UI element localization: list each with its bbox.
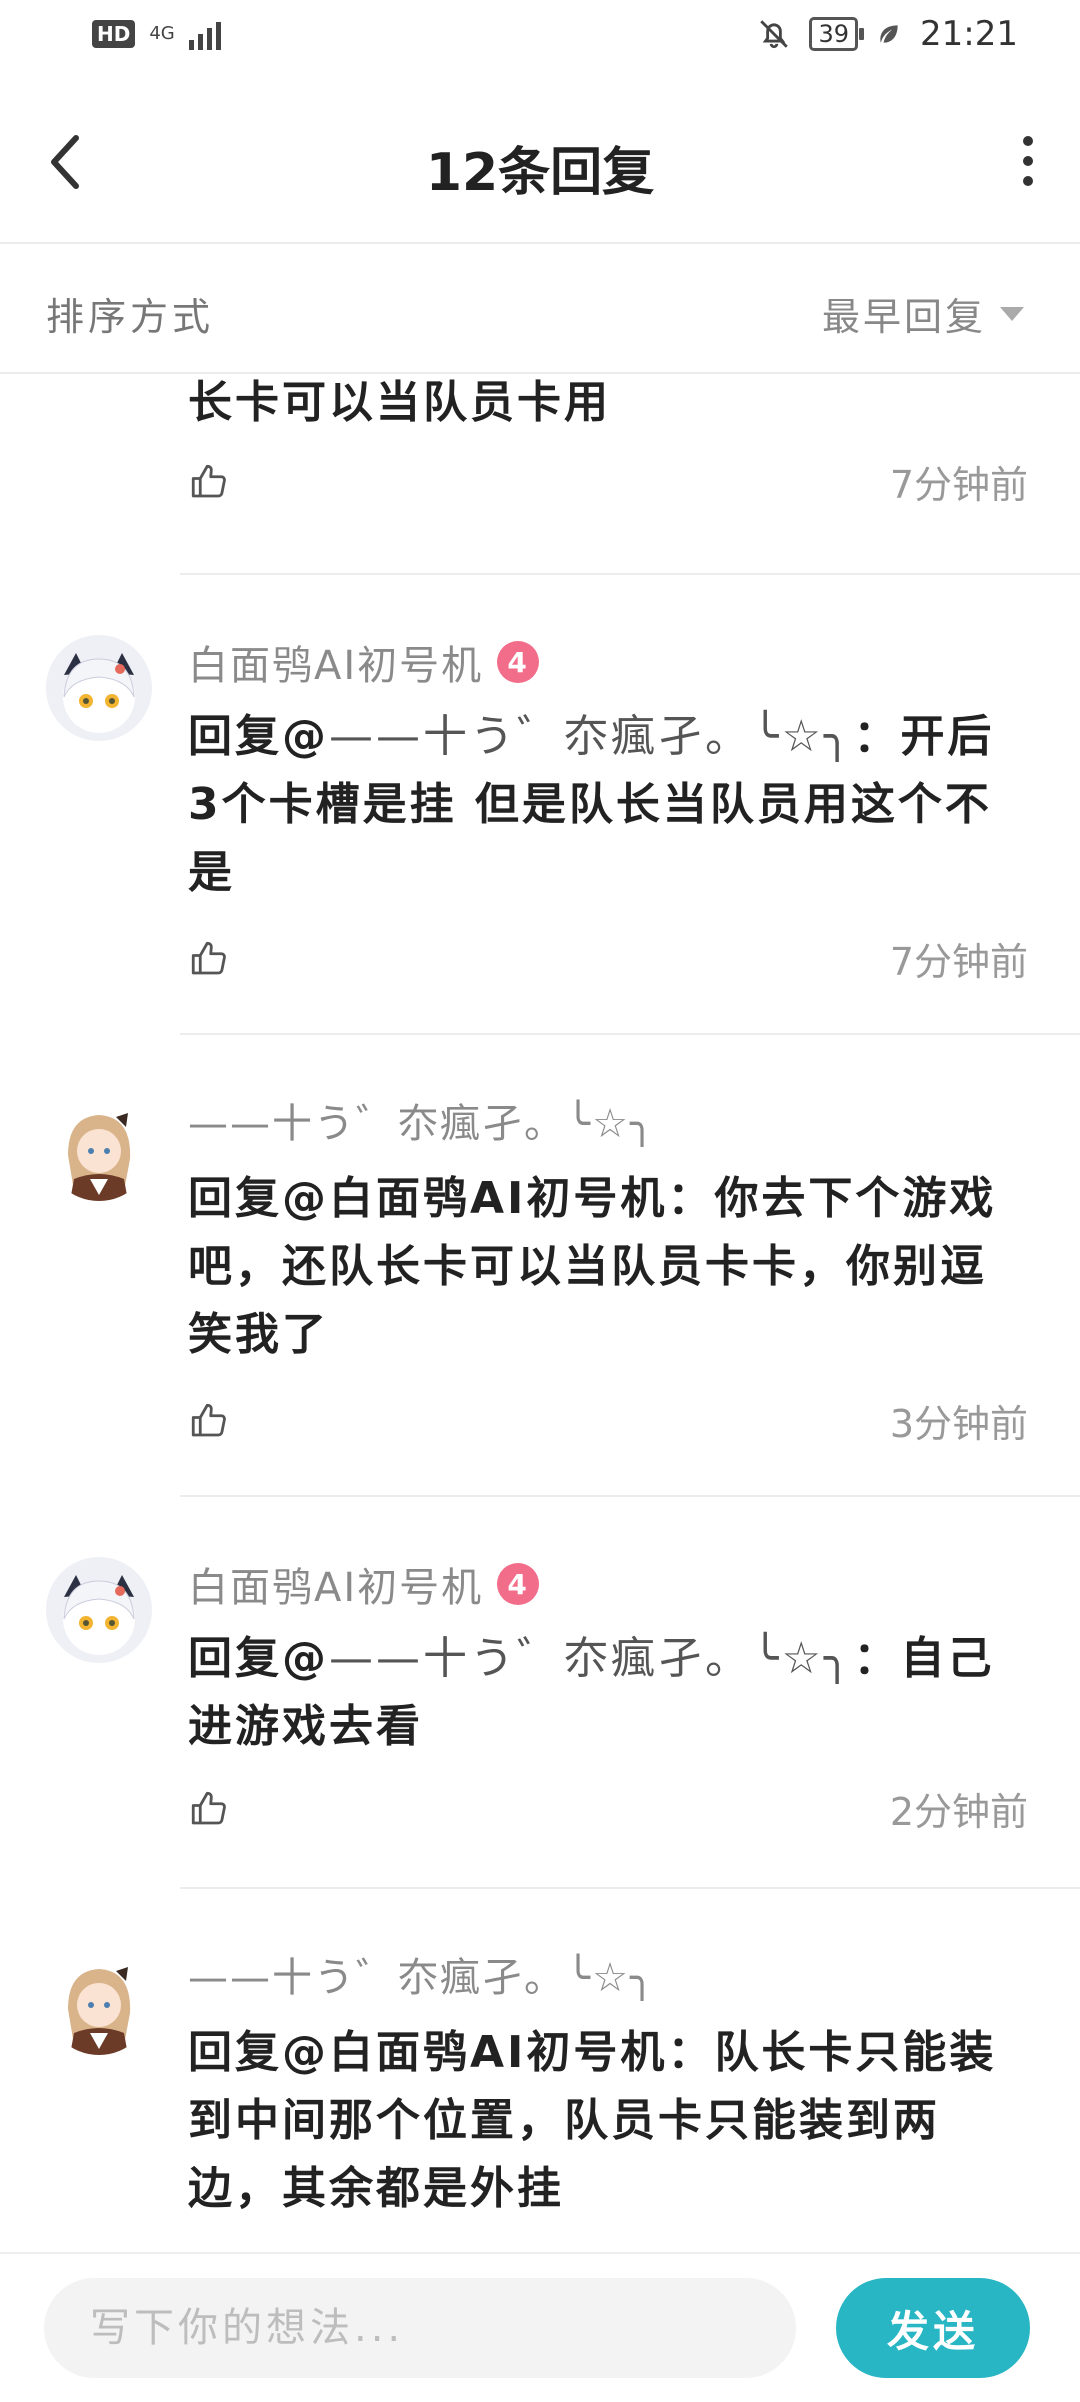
sort-value: 最早回复 bbox=[821, 295, 986, 339]
page-title: 12条回复 bbox=[425, 143, 655, 203]
mention[interactable]: 回复@白面鸮AI初号机 bbox=[188, 1173, 667, 1224]
thumbs-up-icon[interactable] bbox=[188, 938, 230, 980]
status-bar: HD 4G 39 21:21 bbox=[0, 0, 1080, 80]
reply-text: 回复@——十う゛夵瘋孑。╰☆╮：开后3个卡槽是挂 但是队长当队员用这个不是 bbox=[188, 711, 995, 898]
reply-time: 2分钟前 bbox=[889, 1790, 1028, 1834]
sort-label: 排序方式 bbox=[46, 295, 215, 339]
avatar[interactable] bbox=[46, 1949, 152, 2055]
leaf-icon bbox=[880, 25, 898, 43]
comment-composer: 发送 bbox=[0, 2252, 1080, 2402]
username[interactable]: 白面鸮AI初号机 bbox=[188, 1555, 483, 1613]
comment-input[interactable] bbox=[44, 2278, 796, 2378]
reply-item: 白面鸮AI初号机 4 回复@——十う゛夵瘋孑。╰☆╮：自己进游戏去看 2分钟前 bbox=[0, 1497, 1080, 1889]
more-options-icon[interactable] bbox=[1016, 126, 1040, 196]
reply-item: ——十う゛夵瘋孑。╰☆╮ 回复@白面鸮AI初号机：你去下个游戏吧，还队长卡可以当… bbox=[0, 1035, 1080, 1497]
reply-item: 长卡可以当队员卡用 7分钟前 bbox=[0, 372, 1080, 575]
reply-text: 回复@白面鸮AI初号机：你去下个游戏吧，还队长卡可以当队员卡卡，你别逗笑我了 bbox=[188, 1173, 997, 1360]
thumbs-up-icon[interactable] bbox=[188, 1788, 230, 1830]
username[interactable]: ——十う゛夵瘋孑。╰☆╮ bbox=[188, 1091, 656, 1149]
avatar[interactable] bbox=[46, 1557, 152, 1663]
signal-icon bbox=[188, 18, 221, 50]
avatar[interactable] bbox=[46, 1095, 152, 1201]
battery-indicator: 39 bbox=[809, 17, 864, 51]
thumbs-up-icon[interactable] bbox=[188, 1400, 230, 1442]
mention[interactable]: 回复@——十う゛夵瘋孑。╰☆╮ bbox=[188, 711, 853, 762]
network-type: 4G bbox=[149, 23, 175, 44]
reply-text: 长卡可以当队员卡用 bbox=[188, 377, 611, 428]
level-badge: 4 bbox=[497, 641, 540, 683]
reply-list[interactable]: 长卡可以当队员卡用 7分钟前 白面鸮AI初号机 4 回复@——十う゛夵瘋孑。╰☆… bbox=[0, 372, 1080, 2252]
sort-bar: 排序方式 最早回复 bbox=[0, 244, 1080, 374]
reply-item: ——十う゛夵瘋孑。╰☆╮ 回复@白面鸮AI初号机：队长卡只能装到中间那个位置，队… bbox=[0, 1889, 1080, 2252]
top-app-bar: 12条回复 bbox=[0, 80, 1080, 244]
level-badge: 4 bbox=[497, 1563, 540, 1605]
reply-time: 7分钟前 bbox=[889, 463, 1028, 507]
hd-indicator: HD bbox=[92, 20, 136, 48]
reply-time: 7分钟前 bbox=[889, 940, 1028, 984]
send-button[interactable]: 发送 bbox=[836, 2278, 1030, 2378]
mention[interactable]: 回复@——十う゛夵瘋孑。╰☆╮ bbox=[188, 1633, 853, 1684]
dropdown-caret-icon bbox=[1000, 306, 1024, 321]
clock: 21:21 bbox=[920, 14, 1018, 54]
username[interactable]: ——十う゛夵瘋孑。╰☆╮ bbox=[188, 1945, 656, 2003]
reply-text: 回复@——十う゛夵瘋孑。╰☆╮：自己进游戏去看 bbox=[188, 1633, 995, 1752]
sort-dropdown[interactable]: 最早回复 bbox=[822, 286, 1024, 341]
mention[interactable]: 回复@白面鸮AI初号机 bbox=[188, 2027, 667, 2078]
avatar[interactable] bbox=[46, 635, 152, 741]
thumbs-up-icon[interactable] bbox=[188, 461, 230, 503]
username[interactable]: 白面鸮AI初号机 bbox=[188, 633, 483, 691]
reply-item: 白面鸮AI初号机 4 回复@——十う゛夵瘋孑。╰☆╮：开后3个卡槽是挂 但是队长… bbox=[0, 575, 1080, 1035]
reply-time: 3分钟前 bbox=[889, 1402, 1028, 1446]
mute-bell-icon bbox=[760, 20, 789, 49]
reply-text: 回复@白面鸮AI初号机：队长卡只能装到中间那个位置，队员卡只能装到两边，其余都是… bbox=[188, 2027, 997, 2214]
